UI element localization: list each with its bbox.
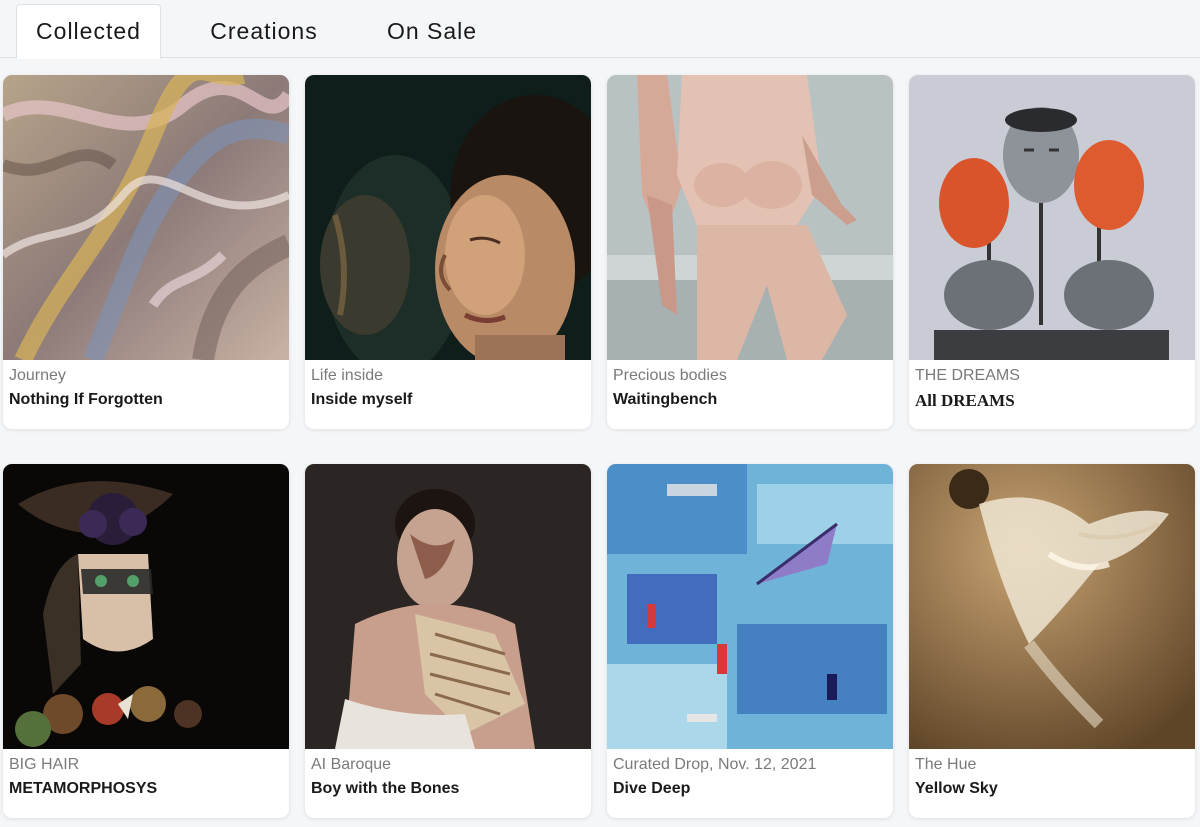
artwork-image	[305, 464, 591, 749]
nft-card[interactable]: Journey Nothing If Forgotten	[3, 75, 289, 429]
tab-bar: Collected Creations On Sale	[0, 0, 1200, 59]
artwork-title: Yellow Sky	[915, 780, 998, 797]
artwork-title: Dive Deep	[613, 780, 691, 797]
collection-name: Curated Drop, Nov. 12, 2021	[613, 756, 817, 773]
collection-name: THE DREAMS	[915, 367, 1020, 384]
artwork-image	[909, 75, 1195, 360]
artwork-title: Waitingbench	[613, 391, 718, 408]
nft-card[interactable]: THE DREAMS All DREAMS	[909, 75, 1195, 429]
artwork-image	[909, 464, 1195, 749]
artwork-title: Inside myself	[311, 391, 413, 408]
collection-name: Precious bodies	[613, 367, 727, 384]
nft-card[interactable]: Curated Drop, Nov. 12, 2021 Dive Deep	[607, 464, 893, 818]
collection-name: BIG HAIR	[9, 756, 80, 773]
nft-card[interactable]: BIG HAIR METAMORPHOSYS	[3, 464, 289, 818]
nft-card[interactable]: The Hue Yellow Sky	[909, 464, 1195, 818]
collection-name: AI Baroque	[311, 756, 392, 773]
nft-card[interactable]: Life inside Inside myself	[305, 75, 591, 429]
collection-name: The Hue	[915, 756, 977, 773]
artwork-image	[607, 75, 893, 360]
collection-name: Journey	[9, 367, 66, 384]
tab-creations[interactable]: Creations	[190, 4, 338, 59]
artwork-title: Nothing If Forgotten	[9, 391, 163, 408]
tab-collected[interactable]: Collected	[16, 4, 161, 59]
artwork-image	[607, 464, 893, 749]
nft-card[interactable]: Precious bodies Waitingbench	[607, 75, 893, 429]
artwork-title: METAMORPHOSYS	[9, 780, 158, 797]
tab-on-sale[interactable]: On Sale	[368, 4, 496, 59]
nft-card[interactable]: AI Baroque Boy with the Bones	[305, 464, 591, 818]
collection-name: Life inside	[311, 367, 384, 384]
artwork-title: Boy with the Bones	[311, 780, 460, 797]
artwork-image	[305, 75, 591, 360]
artwork-title: All DREAMS	[915, 391, 1015, 410]
artwork-image	[3, 75, 289, 360]
artwork-image	[3, 464, 289, 749]
